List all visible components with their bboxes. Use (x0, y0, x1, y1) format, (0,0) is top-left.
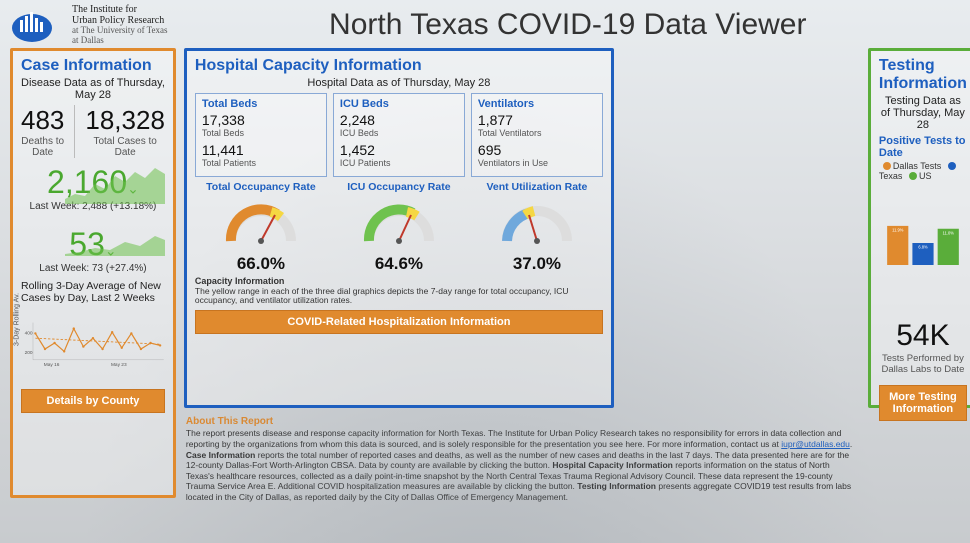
case-heading: Case Information (21, 57, 165, 75)
org-logo (10, 6, 64, 44)
weekly-cases-stat: 2,160⌄ Last Week: 2,488 (+13.18%) (21, 164, 165, 212)
testing-heading: Testing Information (879, 57, 967, 93)
ventilators-box: Ventilators 1,877Total Ventilators 695Ve… (471, 93, 603, 177)
tests-performed-value: 54K (879, 319, 967, 353)
rolling-chart: 3-Day Rolling Av. 400 200 May 16 May 23 (21, 307, 165, 385)
total-beds-box: Total Beds 17,338Total Beds 11,441Total … (195, 93, 327, 177)
svg-text:May 23: May 23 (111, 362, 127, 368)
svg-text:11.9%: 11.9% (892, 227, 904, 232)
covid-hospitalization-button[interactable]: COVID-Related Hospitalization Informatio… (195, 310, 603, 334)
total-occupancy-gauge: Total Occupancy Rate 66.0% (195, 181, 327, 274)
more-testing-button[interactable]: More Testing Information (879, 385, 967, 421)
page-title: North Texas COVID-19 Data Viewer (176, 8, 960, 42)
hospital-capacity-panel: Hospital Capacity Information Hospital D… (184, 48, 614, 408)
deaths-sparkline-icon (65, 226, 165, 256)
about-report: About This Report The report presents di… (184, 414, 860, 503)
details-by-county-button[interactable]: Details by County (21, 389, 165, 413)
tests-performed-label: Tests Performed by Dallas Labs to Date (879, 353, 967, 375)
svg-text:May 16: May 16 (44, 362, 60, 368)
deaths-stat: 483 Deaths to Date (21, 105, 64, 158)
contact-email-link[interactable]: iupr@utdallas.edu (781, 439, 850, 449)
hospital-heading: Hospital Capacity Information (195, 57, 603, 75)
icu-beds-box: ICU Beds 2,248ICU Beds 1,452ICU Patients (333, 93, 465, 177)
icu-occupancy-gauge: ICU Occupancy Rate 64.6% (333, 181, 465, 274)
cases-stat: 18,328 Total Cases to Date (85, 105, 165, 158)
positive-tests-title: Positive Tests to Date (879, 135, 967, 159)
cases-sparkline-icon (65, 164, 165, 204)
org-name: The Institute for Urban Policy Research … (72, 4, 168, 46)
hospital-subheading: Hospital Data as of Thursday, May 28 (195, 77, 603, 89)
bar-legend: Dallas Tests Texas US (879, 161, 967, 181)
svg-text:11.0%: 11.0% (943, 230, 955, 235)
vent-utilization-gauge: Vent Utilization Rate 37.0% (471, 181, 603, 274)
svg-text:6.8%: 6.8% (918, 244, 928, 249)
case-subheading: Disease Data as of Thursday, May 28 (21, 77, 165, 101)
positive-tests-bar-chart: 11.9% 6.8% 11.0% (879, 183, 967, 303)
weekly-deaths-stat: 53⌄ Last Week: 73 (+27.4%) (21, 226, 165, 274)
testing-subheading: Testing Data as of Thursday, May 28 (879, 95, 967, 131)
capacity-info: Capacity Information The yellow range in… (195, 276, 603, 306)
svg-text:200: 200 (25, 350, 33, 356)
svg-text:400: 400 (25, 331, 33, 337)
case-information-panel: Case Information Disease Data as of Thur… (10, 48, 176, 498)
testing-information-panel: Testing Information Testing Data as of T… (868, 48, 970, 408)
rolling-chart-title: Rolling 3-Day Average of New Cases by Da… (21, 280, 165, 305)
header: The Institute for Urban Policy Research … (0, 0, 970, 46)
